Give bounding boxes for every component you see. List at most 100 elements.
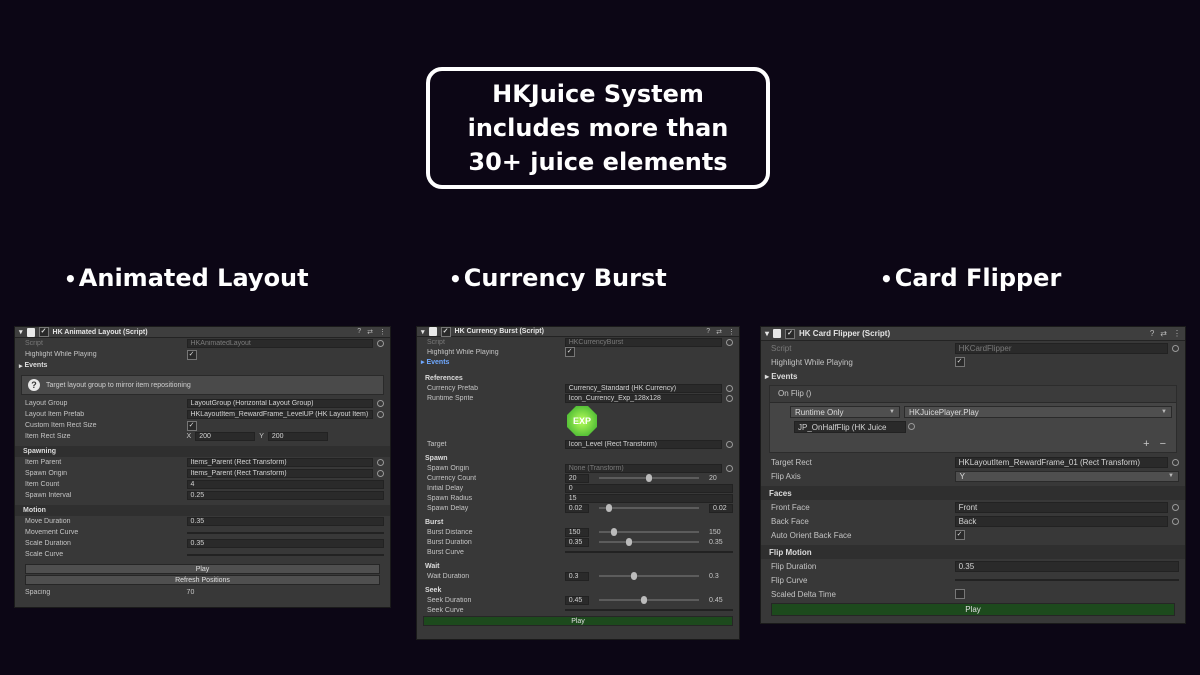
play-button[interactable]: Play xyxy=(771,603,1175,616)
currency-prefab-field[interactable]: Currency_Standard (HK Currency) xyxy=(564,383,722,393)
object-picker-icon[interactable] xyxy=(726,464,733,472)
events-foldout[interactable]: ▸ Events xyxy=(417,357,739,367)
burst-duration-min[interactable]: 0.35 xyxy=(564,537,589,547)
auto-orient-checkbox[interactable]: ✓ xyxy=(954,530,965,540)
item-prefab-field[interactable]: HKLayoutItem_RewardFrame_LevelUP (HK Lay… xyxy=(186,410,373,419)
seek-duration-slider[interactable] xyxy=(598,596,699,604)
layout-group-field[interactable]: LayoutGroup (Horizontal Layout Group) xyxy=(186,399,373,408)
move-duration-field[interactable]: 0.35 xyxy=(186,517,384,526)
remove-listener-button[interactable]: − xyxy=(1160,438,1166,450)
spawn-radius-field[interactable]: 15 xyxy=(564,493,733,503)
slider-knob[interactable] xyxy=(640,596,647,604)
presets-icon[interactable]: ⇄ xyxy=(1160,329,1167,338)
component-header[interactable]: ▾ ✓ HK Animated Layout (Script) ? ⇄ ⋮ xyxy=(15,327,390,338)
slider-knob[interactable] xyxy=(630,572,637,580)
burst-duration-slider[interactable] xyxy=(598,538,699,546)
currency-count-slider[interactable] xyxy=(598,474,699,482)
slider-knob[interactable] xyxy=(625,538,632,546)
object-picker-icon[interactable] xyxy=(726,394,733,402)
burst-distance-slider[interactable] xyxy=(598,528,699,536)
object-picker-icon[interactable] xyxy=(1172,503,1179,511)
object-picker-icon[interactable] xyxy=(377,400,384,407)
kebab-menu-icon[interactable]: ⋮ xyxy=(379,328,386,336)
kebab-menu-icon[interactable]: ⋮ xyxy=(1173,329,1181,338)
scaled-delta-checkbox[interactable] xyxy=(954,589,965,599)
item-parent-field[interactable]: Items_Parent (Rect Transform) xyxy=(186,458,373,467)
object-picker-icon[interactable] xyxy=(1172,458,1179,466)
object-picker-icon[interactable] xyxy=(908,423,915,430)
add-listener-button[interactable]: + xyxy=(1143,438,1149,450)
fold-icon[interactable]: ▾ xyxy=(19,328,23,336)
front-face-field[interactable]: Front xyxy=(954,501,1168,513)
burst-curve-field[interactable] xyxy=(564,551,733,553)
presets-icon[interactable]: ⇄ xyxy=(716,328,722,336)
flip-axis-dropdown[interactable]: Y ▼ xyxy=(954,470,1179,482)
target-field[interactable]: Icon_Level (Rect Transform) xyxy=(564,439,722,449)
target-rect-field[interactable]: HKLayoutItem_RewardFrame_01 (Rect Transf… xyxy=(954,456,1168,468)
scale-duration-field[interactable]: 0.35 xyxy=(186,539,384,548)
seek-duration-max[interactable]: 0.45 xyxy=(709,597,733,604)
flip-duration-field[interactable]: 0.35 xyxy=(954,560,1179,572)
slider-knob[interactable] xyxy=(645,474,652,482)
highlight-checkbox[interactable]: ✓ xyxy=(954,357,965,367)
seek-curve-field[interactable] xyxy=(564,609,733,611)
runtime-sprite-field[interactable]: Icon_Currency_Exp_128x128 xyxy=(564,393,722,403)
help-icon[interactable]: ? xyxy=(706,328,710,336)
item-count-field[interactable]: 4 xyxy=(186,480,384,489)
highlight-checkbox[interactable]: ✓ xyxy=(186,349,197,360)
fold-icon[interactable]: ▾ xyxy=(421,328,425,336)
spawn-delay-max[interactable]: 0.02 xyxy=(709,503,733,513)
events-foldout[interactable]: ▸ Events xyxy=(761,369,1185,383)
function-dropdown[interactable]: HKJuicePlayer.Play ▼ xyxy=(904,406,1172,418)
rect-y-field[interactable]: 200 xyxy=(267,432,328,441)
spawn-origin-field[interactable]: Items_Parent (Rect Transform) xyxy=(186,469,373,478)
burst-duration-max[interactable]: 0.35 xyxy=(709,539,733,546)
object-picker-icon[interactable] xyxy=(726,384,733,392)
play-button[interactable]: Play xyxy=(423,616,733,626)
spacing-value[interactable]: 70 xyxy=(187,589,195,596)
object-picker-icon[interactable] xyxy=(377,411,384,418)
kebab-menu-icon[interactable]: ⋮ xyxy=(728,328,735,336)
object-picker-icon[interactable] xyxy=(726,440,733,448)
wait-duration-min[interactable]: 0.3 xyxy=(564,571,589,581)
movement-curve-field[interactable] xyxy=(186,531,384,534)
currency-count-min[interactable]: 20 xyxy=(564,473,589,483)
rect-size-row: Item Rect Size X 200 Y 200 xyxy=(15,431,390,442)
event-object-field[interactable]: JP_OnHalfFlip (HK Juice xyxy=(794,421,906,433)
events-foldout[interactable]: ▸ Events xyxy=(15,360,390,371)
rect-x-field[interactable]: 200 xyxy=(195,432,256,441)
enabled-checkbox[interactable]: ✓ xyxy=(440,327,451,337)
object-picker-icon[interactable] xyxy=(1172,517,1179,525)
currency-count-max[interactable]: 20 xyxy=(709,475,733,482)
help-icon[interactable]: ? xyxy=(357,328,361,336)
component-header[interactable]: ▾ ✓ HK Card Flipper (Script) ? ⇄ ⋮ xyxy=(761,327,1185,341)
back-face-field[interactable]: Back xyxy=(954,515,1168,527)
fold-icon[interactable]: ▾ xyxy=(765,329,769,338)
runtime-mode-dropdown[interactable]: Runtime Only ▼ xyxy=(790,406,900,418)
burst-distance-max[interactable]: 150 xyxy=(709,529,733,536)
slider-knob[interactable] xyxy=(610,528,617,536)
flip-curve-field[interactable] xyxy=(954,579,1179,581)
help-icon[interactable]: ? xyxy=(1150,329,1154,338)
component-header[interactable]: ▾ ✓ HK Currency Burst (Script) ? ⇄ ⋮ xyxy=(417,327,739,337)
burst-distance-min[interactable]: 150 xyxy=(564,527,589,537)
play-button[interactable]: Play xyxy=(25,564,380,574)
object-picker-icon[interactable] xyxy=(377,470,384,477)
scale-curve-field[interactable] xyxy=(186,553,384,556)
wait-duration-slider[interactable] xyxy=(598,572,699,580)
seek-duration-min[interactable]: 0.45 xyxy=(564,595,589,605)
spawn-interval-field[interactable]: 0.25 xyxy=(186,491,384,500)
initial-delay-field[interactable]: 0 xyxy=(564,483,733,493)
enabled-checkbox[interactable]: ✓ xyxy=(785,328,796,339)
refresh-positions-button[interactable]: Refresh Positions xyxy=(25,575,380,585)
spawn-delay-slider[interactable] xyxy=(598,504,699,512)
custom-rect-checkbox[interactable]: ✓ xyxy=(186,420,197,431)
highlight-checkbox[interactable]: ✓ xyxy=(564,347,575,357)
spawn-origin-field[interactable]: None (Transform) xyxy=(564,463,722,473)
wait-duration-max[interactable]: 0.3 xyxy=(709,573,733,580)
slider-knob[interactable] xyxy=(605,504,612,512)
enabled-checkbox[interactable]: ✓ xyxy=(38,327,49,337)
object-picker-icon[interactable] xyxy=(377,459,384,466)
presets-icon[interactable]: ⇄ xyxy=(367,328,373,336)
spawn-delay-min[interactable]: 0.02 xyxy=(564,503,589,513)
